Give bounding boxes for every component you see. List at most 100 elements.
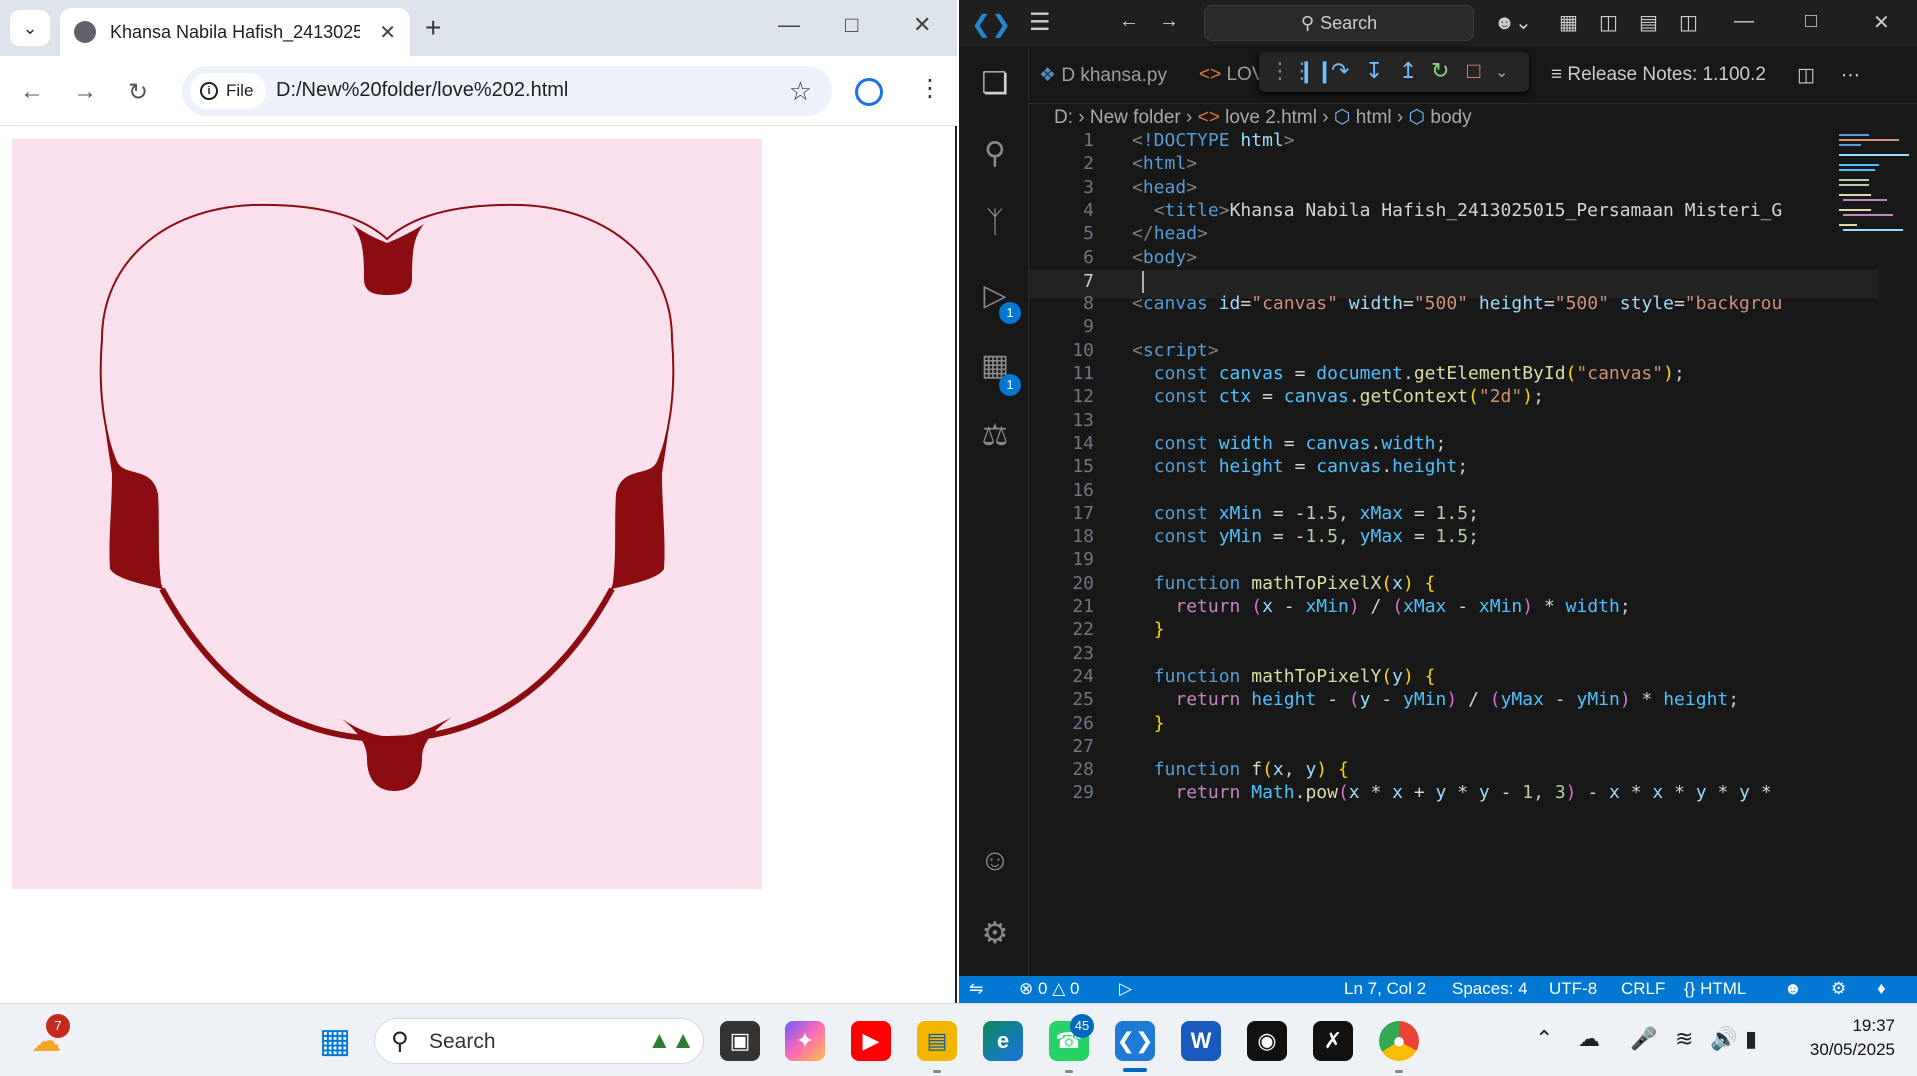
problems-indicator[interactable]: ⊗ 0 △ 0 [1019,979,1079,999]
restart-icon[interactable]: ↻ [1431,58,1449,84]
toggle-panel-icon[interactable]: ▤ [1639,10,1658,35]
copilot-status-icon[interactable]: ☻ [1784,979,1802,999]
browser-tab[interactable]: Khansa Nabila Hafish_241302501 ✕ [60,8,410,56]
battery-icon[interactable]: ▮ [1745,1026,1757,1052]
tab-title: Khansa Nabila Hafish_241302501 [110,21,360,42]
code-text: return Math.pow(x * x + y * y - 1, 3) - … [1175,782,1772,804]
line-number: 9 [1083,316,1094,338]
bookmark-star-icon[interactable]: ☆ [789,76,812,107]
breadcrumb-body[interactable]: body [1430,107,1471,128]
breadcrumb-file[interactable]: love 2.html [1225,107,1317,128]
file-explorer-icon[interactable]: ▤ [917,1021,957,1061]
notifications-bell-icon[interactable]: ♦ [1877,979,1886,999]
heart-top-blob [352,224,424,295]
system-clock[interactable]: 19:37 30/05/2025 [1785,1016,1895,1060]
feedback-icon[interactable]: ⚙ [1831,979,1846,999]
split-editor-icon[interactable]: ◫ [1797,64,1815,87]
line-number: 11 [1072,363,1094,384]
onedrive-icon[interactable]: ☁ [1578,1026,1600,1052]
line-number: 5 [1083,223,1094,245]
step-over-icon[interactable]: ↷ [1331,58,1349,84]
maximize-icon[interactable]: □ [845,12,858,38]
debug-status-icon[interactable]: ▷ [1119,979,1132,999]
forward-icon[interactable]: → [73,78,97,106]
close-tab-icon[interactable]: ✕ [379,20,396,45]
code-text: const xMin = -1.5, xMax = 1.5; [1153,502,1479,524]
command-center-search[interactable]: ⚲ Search [1204,5,1474,41]
wifi-icon[interactable]: ≋ [1675,1026,1693,1052]
word-icon[interactable]: W [1181,1021,1221,1061]
breadcrumb-html[interactable]: html [1356,107,1392,128]
pause-icon[interactable]: ❙❙ [1297,58,1334,84]
chevron-down-icon[interactable]: ⌄ [1495,62,1508,82]
status-bar: ⇋ ⊗ 0 △ 0 ▷ Ln 7, Col 2 Spaces: 4 UTF-8 … [959,976,1917,1003]
encoding[interactable]: UTF-8 [1549,979,1597,999]
stop-icon[interactable]: □ [1467,58,1480,84]
source-control-icon[interactable]: ᛉ [977,206,1013,242]
windows-start-icon[interactable]: ▦ [315,1021,355,1061]
chrome-icon[interactable]: ● [1379,1021,1419,1061]
language-mode[interactable]: {} HTML [1684,979,1746,999]
step-out-icon[interactable]: ↥ [1399,58,1417,84]
capcut-icon[interactable]: ✗ [1313,1021,1353,1061]
show-hidden-icons-icon[interactable]: ⌃ [1535,1026,1553,1052]
remote-icon[interactable]: ⇋ [969,979,983,999]
site-info-chip[interactable]: i File [190,73,266,109]
code-editor[interactable]: 1 <!DOCTYPE html> 2 <html> 3 <head> 4 <title>K… [1029,130,1879,975]
explorer-icon[interactable]: ❏ [977,66,1013,102]
toggle-secondary-sidebar-icon[interactable]: ◫ [1679,10,1698,35]
tab-search-button[interactable]: ⌄ [10,10,50,46]
hamburger-menu-icon[interactable]: ☰ [1029,8,1051,37]
minimap[interactable] [1829,130,1909,250]
volume-icon[interactable]: 🔊 [1710,1026,1737,1052]
copilot-icon[interactable]: ☻⌄ [1494,10,1532,35]
reload-icon[interactable]: ↻ [128,78,148,107]
code-line[interactable]: 29 return Math.pow(x * x + y * y - 1, 3)… [1029,782,1879,810]
line-number: 17 [1072,502,1094,524]
breadcrumb-folder[interactable]: New folder [1090,107,1181,128]
settings-gear-icon[interactable]: ⚙ [977,916,1013,952]
vscode-taskbar-icon[interactable]: ❮❯ [1115,1021,1155,1061]
vscode-maximize-icon[interactable]: □ [1805,10,1817,33]
error-icon: ⊗ [1019,979,1034,998]
heart-bottom-blob [342,717,452,791]
nav-back-icon[interactable]: ← [1119,10,1139,33]
new-tab-icon[interactable]: + [425,12,441,44]
taskbar-search[interactable]: ⚲ Search ▲▲ [374,1018,704,1064]
tab-khansa-py[interactable]: ❖ D khansa.py [1039,64,1167,87]
toggle-sidebar-icon[interactable]: ◫ [1599,10,1618,35]
vscode-minimize-icon[interactable]: — [1734,10,1754,33]
more-actions-icon[interactable]: ⋯ [1841,64,1860,87]
vscode-close-icon[interactable]: ✕ [1873,10,1890,35]
breadcrumb-drive[interactable]: D: [1054,107,1073,128]
task-view-icon[interactable]: ▣ [720,1021,760,1061]
profile-icon[interactable] [855,78,883,106]
microphone-icon[interactable]: 🎤 [1630,1026,1657,1052]
line-number: 25 [1072,689,1094,711]
search-view-icon[interactable]: ⚲ [977,136,1013,172]
indentation[interactable]: Spaces: 4 [1452,979,1528,999]
accounts-icon[interactable]: ☺ [977,844,1013,880]
line-number: 2 [1083,153,1094,175]
run-debug-badge: 1 [999,302,1021,324]
more-menu-icon[interactable]: ⋮ [918,74,942,103]
back-icon[interactable]: ← [20,78,44,106]
cursor-position[interactable]: Ln 7, Col 2 [1344,979,1426,999]
address-bar[interactable]: i File D:/New%20folder/love%202.html ☆ [182,66,832,116]
page-viewport [0,127,955,1003]
close-window-icon[interactable]: ✕ [913,12,931,38]
testing-icon[interactable]: ⚖ [977,418,1013,454]
step-into-icon[interactable]: ↧ [1365,58,1383,84]
url-text[interactable]: D:/New%20folder/love%202.html [276,79,568,102]
youtube-icon[interactable]: ▶ [851,1021,891,1061]
tab-release-notes[interactable]: ≡ Release Notes: 1.100.2 [1551,64,1766,86]
edge-icon[interactable]: e [983,1021,1023,1061]
heart-lower-left-stroke [159,587,388,742]
line-ending[interactable]: CRLF [1621,979,1665,999]
nav-forward-icon[interactable]: → [1159,10,1179,33]
minimize-icon[interactable]: — [778,12,800,38]
steam-icon[interactable]: ◉ [1247,1021,1287,1061]
copilot-app-icon[interactable]: ✦ [785,1021,825,1061]
windows-taskbar: ☁ 7 ▦ ⚲ Search ▲▲ ▣ ✦ ▶ ▤ e ☎ 45 ❮❯ W ◉ … [0,1003,1917,1076]
layout-icon[interactable]: ▦ [1559,10,1578,35]
